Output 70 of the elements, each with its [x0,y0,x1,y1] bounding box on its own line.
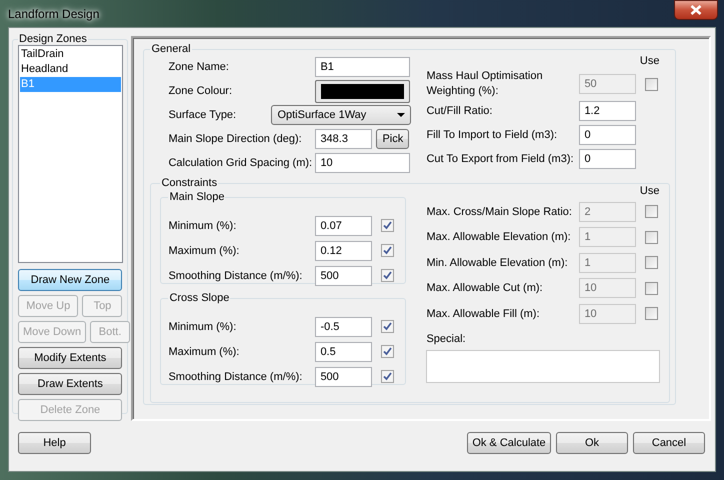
text-field[interactable]: B1 [315,57,410,77]
zone-button[interactable]: Modify Extents [18,347,122,369]
colour-button[interactable] [315,80,410,102]
check-icon [383,246,392,255]
use-label: Use [640,55,660,69]
text-field[interactable]: 500 [315,366,372,386]
field-label: Minimum (%): [168,220,238,232]
use-label: Use [640,185,660,199]
field-label: Cut/Fill Ratio: [426,104,494,118]
field-label: Special: [426,332,467,344]
field-label: Cut To Export from Field (m3): [426,152,575,166]
group-label: Constraints [160,177,218,189]
check-icon [383,322,392,331]
field-label: Zone Name: [168,61,230,73]
check-icon [383,372,392,381]
field-label: Max. Cross/Main Slope Ratio: [426,206,573,218]
checkbox[interactable] [381,269,394,282]
pick-button[interactable]: Pick [376,129,410,149]
dialog-button[interactable]: Ok [556,432,628,454]
check-icon [383,347,392,356]
checkbox[interactable] [381,345,394,358]
text-field[interactable]: 0.07 [315,216,372,236]
checkbox[interactable] [381,370,394,383]
dropdown-arrow-icon [397,113,406,117]
field-label: Maximum (%): [168,244,240,256]
help-button[interactable]: Help [18,432,91,454]
surface-type-dropdown[interactable]: OptiSurface 1Way [271,105,412,125]
dialog-button[interactable]: Cancel [633,432,705,454]
text-field[interactable]: 0 [579,125,636,145]
checkbox[interactable] [381,320,394,333]
field-label: Min. Allowable Elevation (m): [426,256,569,269]
field-label: Fill To Import to Field (m3): [426,128,558,142]
check-icon [383,221,392,230]
text-field[interactable]: -0.5 [315,316,372,336]
text-field[interactable]: 10 [315,153,410,173]
special-field[interactable] [426,350,660,382]
field-label: Surface Type: [168,109,238,121]
checkbox[interactable] [381,219,394,232]
field-label: Calculation Grid Spacing (m): [168,157,314,169]
zone-button[interactable]: Draw Extents [18,373,122,395]
field-label: Minimum (%): [168,320,238,332]
text-field[interactable]: 0 [579,149,636,169]
zone-button[interactable]: Draw New Zone [18,269,122,291]
field-label: Mass Haul Optimisation Weighting (%): [426,69,544,99]
text-field[interactable]: 1.2 [579,101,636,121]
close-icon [690,4,702,14]
check-icon [383,271,392,280]
field-label: Max. Allowable Elevation (m): [426,231,572,244]
window-title: Landform Design [8,6,100,22]
field-label: Maximum (%): [168,346,240,358]
zone-item[interactable]: TailDrain [20,47,121,62]
field-label: Max. Allowable Cut (m): [426,282,544,294]
text-field[interactable]: 0.5 [315,342,372,362]
close-button[interactable] [674,0,718,20]
zone-list[interactable]: TailDrain Headland B1 [18,45,123,263]
text-field[interactable]: 500 [315,266,372,286]
group-label: General [150,43,192,55]
group-label: Design Zones [18,33,88,45]
dialog-button[interactable]: Ok & Calculate [467,432,551,454]
field-label: Max. Allowable Fill (m): [426,308,541,320]
group-label: Main Slope [168,191,226,203]
text-field[interactable]: 348.3 [315,129,372,149]
group-label: Cross Slope [168,292,230,304]
field-label: Smoothing Distance (m/%): [168,270,304,282]
text-field[interactable]: 0.12 [315,240,372,260]
field-label: Smoothing Distance (m/%): [168,370,304,382]
field-label: Main Slope Direction (deg): [168,133,303,145]
checkbox[interactable] [381,244,394,257]
field-label: Zone Colour: [168,85,234,97]
zone-item[interactable]: Headland [20,62,121,77]
